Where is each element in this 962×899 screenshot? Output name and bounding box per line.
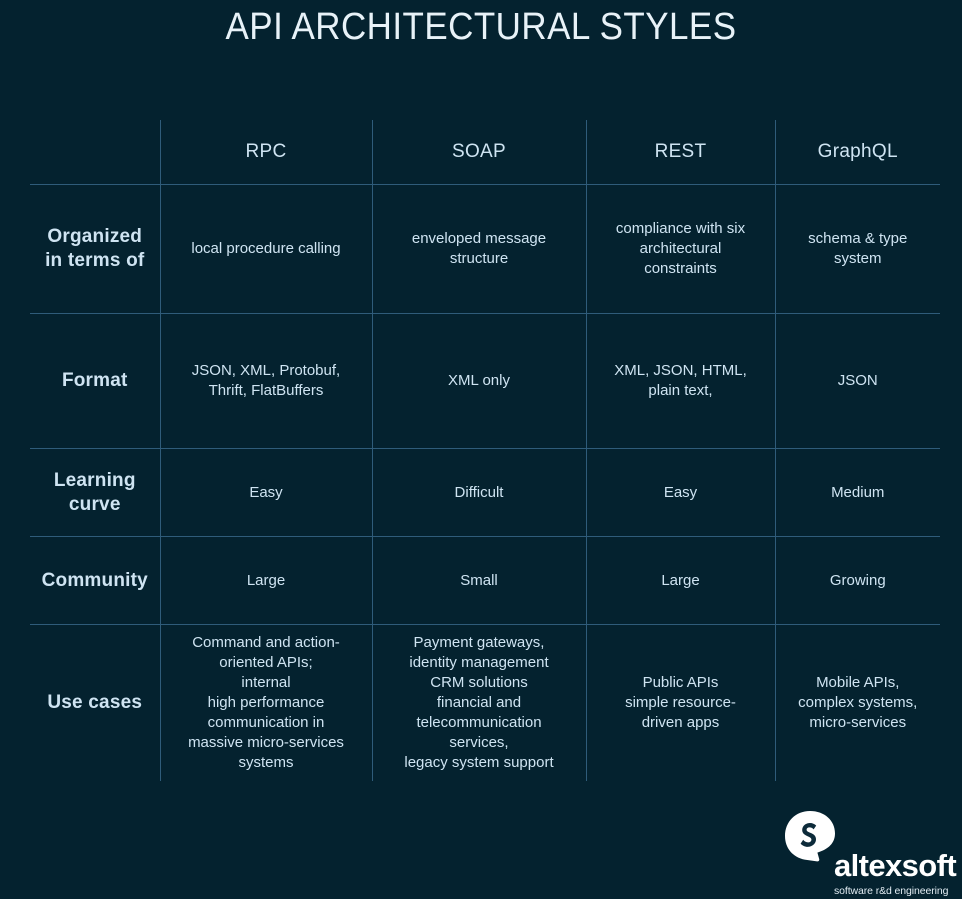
cell-community-graphql: Growing	[774, 536, 940, 625]
row-label-community: Community	[30, 536, 160, 625]
cell-community-soap: Small	[371, 536, 586, 625]
cell-learning-curve-rpc: Easy	[159, 448, 372, 537]
cell-format-rest: XML, JSON, HTML, plain text,	[585, 313, 775, 449]
cell-organized-rpc: local procedure calling	[159, 184, 372, 314]
cell-community-rpc: Large	[159, 536, 372, 625]
table-row: Learning curve Easy Difficult Easy Mediu…	[30, 448, 940, 537]
row-label-use-cases: Use cases	[47, 692, 143, 714]
cell-use-cases-rest: Public APIs simple resource- driven apps	[585, 624, 775, 781]
table-header: RPC SOAP REST GraphQL	[30, 120, 940, 185]
cell-format-rpc: JSON, XML, Protobuf, Thrift, FlatBuffers	[159, 313, 372, 449]
row-label-organized-in-terms-of: Organized in terms of	[30, 184, 160, 314]
altexsoft-logo: altexsoft software r&d engineering	[782, 810, 957, 896]
cell-organized-soap: enveloped message structure	[371, 184, 586, 314]
cell-learning-curve-soap: Difficult	[371, 448, 586, 537]
table-row: Organized in terms of local procedure ca…	[30, 184, 940, 314]
cell-community-rest: Large	[585, 536, 775, 625]
column-header-graphql: GraphQL	[774, 120, 940, 185]
altexsoft-logo-text: altexsoft software r&d engineering	[834, 848, 957, 897]
cell-learning-curve-rest: Easy	[585, 448, 775, 537]
cell-format-graphql: JSON	[774, 313, 940, 449]
altexsoft-bubble-a-icon	[784, 810, 836, 862]
cell-format-soap: XML only	[371, 313, 586, 449]
cell-use-cases-graphql: Mobile APIs, complex systems, micro-serv…	[774, 624, 940, 781]
table-corner-cell	[30, 120, 160, 185]
page-title: API ARCHITECTURAL STYLES	[225, 6, 737, 48]
column-header-rest: REST	[585, 120, 775, 185]
cell-use-cases-soap: Payment gateways, identity management CR…	[371, 624, 586, 781]
comparison-table-wrap: RPC SOAP REST GraphQL Organized in terms…	[30, 120, 940, 781]
table-row: Format JSON, XML, Protobuf, Thrift, Flat…	[30, 313, 940, 449]
api-styles-comparison-table: RPC SOAP REST GraphQL Organized in terms…	[30, 120, 940, 781]
table-row: Use cases Command and action- oriented A…	[30, 624, 940, 781]
altexsoft-tagline: software r&d engineering	[834, 885, 949, 897]
column-header-soap: SOAP	[371, 120, 586, 185]
row-label-format: Format	[30, 313, 160, 449]
cell-learning-curve-graphql: Medium	[774, 448, 940, 537]
row-label-learning-curve: Learning curve	[30, 448, 160, 537]
cell-organized-graphql: schema & type system	[774, 184, 940, 314]
column-header-rpc: RPC	[159, 120, 372, 185]
altexsoft-wordmark: altexsoft	[834, 848, 957, 883]
cell-organized-rest: compliance with six architectural constr…	[585, 184, 775, 314]
table-body: Organized in terms of local procedure ca…	[30, 184, 940, 781]
table-header-row: RPC SOAP REST GraphQL	[30, 120, 940, 185]
table-row: Community Large Small Large Growing	[30, 536, 940, 625]
cell-use-cases-rpc: Command and action- oriented APIs; inter…	[159, 624, 372, 781]
